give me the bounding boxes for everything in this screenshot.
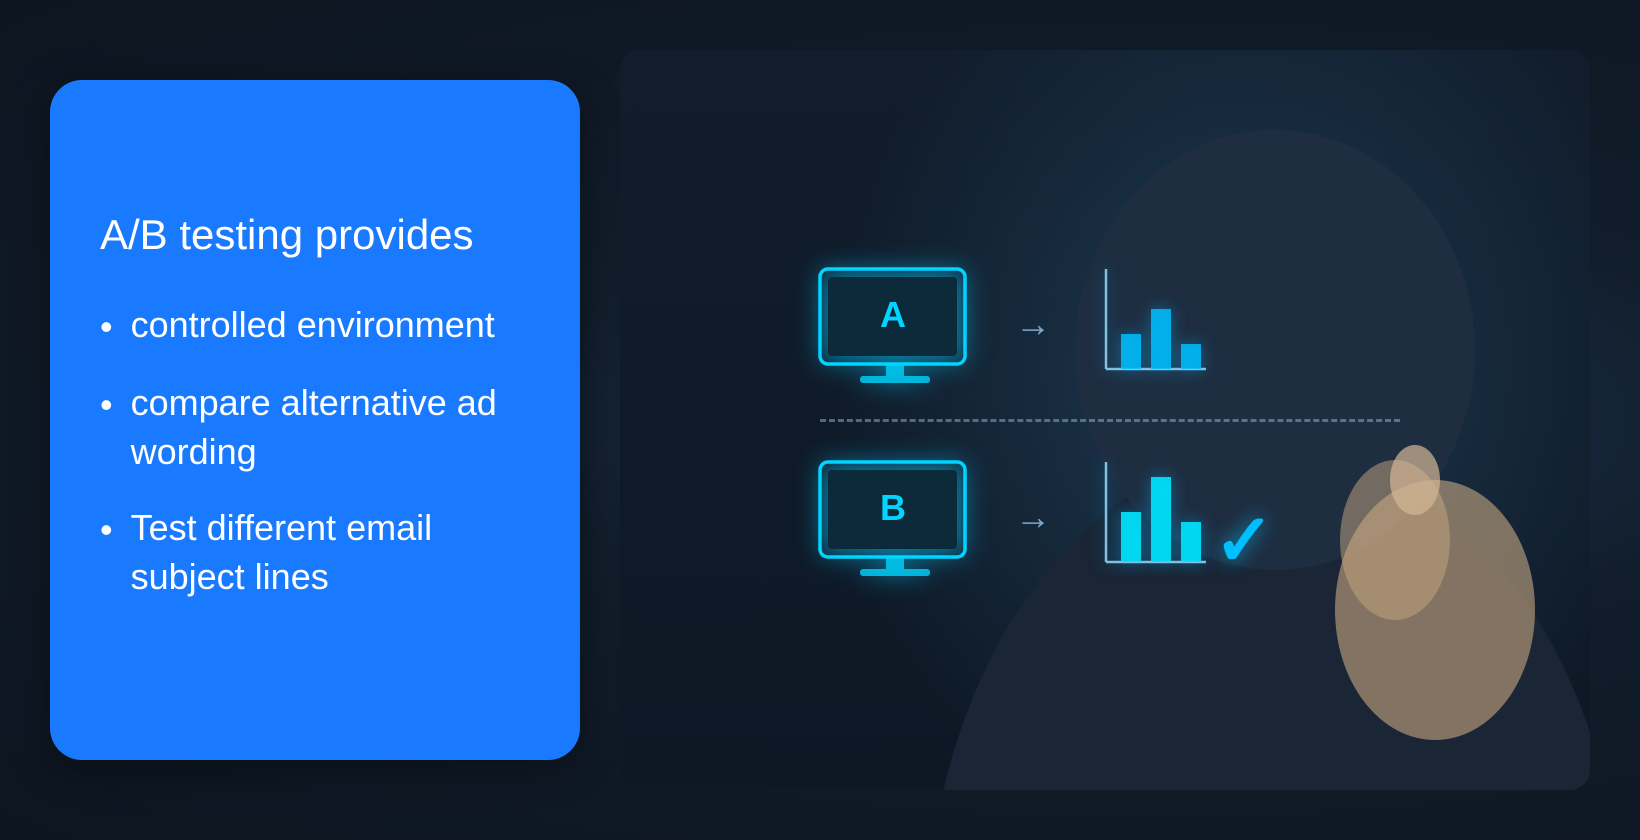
bullet-dot-3: • bbox=[100, 506, 113, 555]
bullet-list: • controlled environment • compare alter… bbox=[100, 301, 530, 630]
page-container: A/B testing provides • controlled enviro… bbox=[0, 0, 1640, 840]
diagram-container: A → bbox=[755, 130, 1455, 710]
bullet-text-3: Test different email subject lines bbox=[131, 504, 530, 601]
arrow-b-icon: → bbox=[1015, 496, 1051, 538]
bullet-text-1: controlled environment bbox=[131, 301, 495, 350]
dashed-divider bbox=[820, 419, 1400, 422]
arrow-a-icon: → bbox=[1015, 303, 1051, 345]
right-panel: A → bbox=[620, 50, 1590, 790]
test-row-b: B → bbox=[810, 452, 1274, 582]
checkmark-icon: ✓ bbox=[1214, 498, 1274, 582]
left-info-card: A/B testing provides • controlled enviro… bbox=[50, 80, 580, 760]
monitor-a-icon: A bbox=[810, 259, 980, 389]
content-wrapper: A/B testing provides • controlled enviro… bbox=[50, 50, 1590, 790]
monitor-b-icon: B bbox=[810, 452, 980, 582]
svg-text:B: B bbox=[880, 487, 906, 528]
bullet-dot-1: • bbox=[100, 303, 113, 352]
card-heading: A/B testing provides bbox=[100, 210, 530, 260]
bullet-dot-2: • bbox=[100, 381, 113, 430]
bullet-item-2: • compare alternative ad wording bbox=[100, 379, 530, 476]
svg-text:A: A bbox=[880, 294, 906, 335]
bullet-item-3: • Test different email subject lines bbox=[100, 504, 530, 601]
chart-check-group: ✓ bbox=[1086, 452, 1274, 582]
bullet-item-1: • controlled environment bbox=[100, 301, 530, 352]
bar-chart-b bbox=[1086, 452, 1216, 582]
bar-chart-a bbox=[1086, 259, 1216, 389]
bullet-text-2: compare alternative ad wording bbox=[131, 379, 530, 476]
test-row-a: A → bbox=[810, 259, 1216, 389]
ab-diagram: A → bbox=[810, 259, 1400, 582]
